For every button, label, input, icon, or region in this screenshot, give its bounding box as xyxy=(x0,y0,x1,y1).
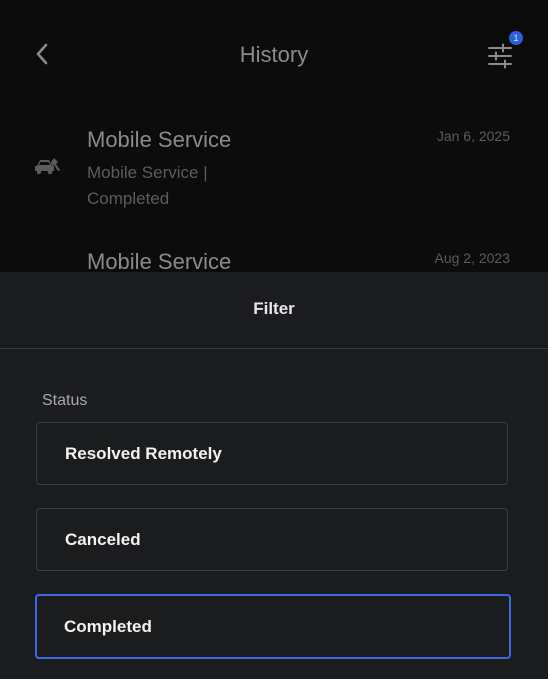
status-section-label: Status xyxy=(42,392,88,409)
filter-button[interactable] xyxy=(482,40,516,70)
status-option-label: Completed xyxy=(64,616,152,636)
filter-count-badge: 1 xyxy=(509,31,523,45)
history-item[interactable]: Mobile Service Mobile Service | Complete… xyxy=(0,124,548,224)
status-option-canceled[interactable]: Canceled xyxy=(36,508,508,571)
filter-sheet-header: Filter xyxy=(0,272,548,349)
page-title: History xyxy=(239,42,309,67)
status-option-completed[interactable]: Completed xyxy=(35,594,511,659)
filter-sheet: Filter Status Resolved Remotely Canceled… xyxy=(0,272,548,679)
history-background: History 1 Mobile Service Mobile Service … xyxy=(0,0,548,272)
history-item-subtitle: Mobile Service | Completed xyxy=(87,163,208,208)
status-option-label: Canceled xyxy=(65,529,141,549)
history-item-date: Aug 2, 2023 xyxy=(434,250,510,266)
history-item[interactable]: Mobile Service Aug 2, 2023 xyxy=(0,246,548,272)
status-option-resolved-remotely[interactable]: Resolved Remotely xyxy=(36,422,508,485)
service-vehicle-icon xyxy=(35,158,60,175)
sliders-icon xyxy=(488,43,512,69)
history-item-date: Jan 6, 2025 xyxy=(436,128,510,144)
filter-sheet-title: Filter xyxy=(253,299,295,318)
status-option-label: Resolved Remotely xyxy=(65,443,222,463)
history-item-title: Mobile Service xyxy=(87,127,232,152)
history-item-title: Mobile Service xyxy=(87,249,232,272)
history-screen: History 1 Mobile Service Mobile Service … xyxy=(0,0,548,679)
